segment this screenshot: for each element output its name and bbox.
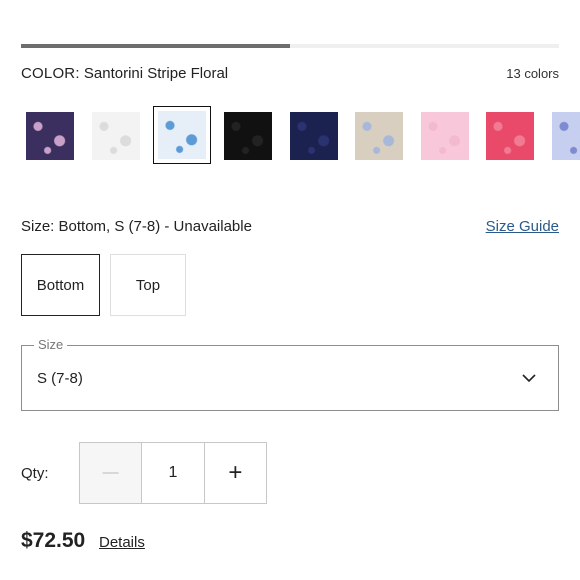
size-select-value: S (7-8) bbox=[37, 370, 83, 387]
size-value-text: Bottom, S (7-8) - Unavailable bbox=[58, 218, 252, 235]
color-swatch-santorini-stripe-floral[interactable] bbox=[153, 106, 211, 164]
color-header: COLOR: Santorini Stripe Floral 13 colors bbox=[21, 65, 559, 82]
size-select-legend: Size bbox=[34, 337, 68, 352]
size-guide-link[interactable]: Size Guide bbox=[486, 218, 559, 235]
size-option-bottom[interactable]: Bottom bbox=[21, 254, 100, 316]
chevron-down-icon bbox=[522, 370, 536, 388]
swatch-fill bbox=[486, 112, 534, 160]
color-key: COLOR: bbox=[21, 65, 80, 82]
quantity-stepper: — 1 + bbox=[79, 442, 267, 504]
color-label: COLOR: Santorini Stripe Floral bbox=[21, 65, 228, 82]
swatch-fill bbox=[224, 112, 272, 160]
color-progress-fill bbox=[21, 44, 290, 48]
color-swatch-white-smocked[interactable] bbox=[92, 112, 140, 160]
qty-decrease-button[interactable]: — bbox=[80, 443, 142, 503]
color-selected-name: Santorini Stripe Floral bbox=[83, 65, 229, 82]
price: $72.50 bbox=[21, 529, 86, 552]
swatch-fill bbox=[92, 112, 140, 160]
qty-value[interactable]: 1 bbox=[141, 443, 203, 503]
color-swatch-blue-print[interactable] bbox=[552, 112, 580, 160]
size-option-top[interactable]: Top bbox=[110, 254, 186, 316]
color-swatch-multicolor-floral[interactable] bbox=[355, 112, 403, 160]
color-swatch-list bbox=[21, 106, 580, 166]
qty-label: Qty: bbox=[21, 465, 49, 482]
swatch-fill bbox=[290, 112, 338, 160]
color-swatch-black[interactable] bbox=[224, 112, 272, 160]
qty-increase-button[interactable]: + bbox=[203, 443, 266, 503]
color-swatch-navy-floral[interactable] bbox=[26, 112, 74, 160]
swatch-fill bbox=[421, 112, 469, 160]
color-swatch-navy[interactable] bbox=[290, 112, 338, 160]
size-header: Size: Bottom, S (7-8) - Unavailable Size… bbox=[21, 218, 559, 235]
color-swatch-coral-pink[interactable] bbox=[486, 112, 534, 160]
swatch-fill bbox=[26, 112, 74, 160]
plus-icon: + bbox=[228, 459, 243, 486]
size-status: Size: Bottom, S (7-8) - Unavailable bbox=[21, 218, 252, 235]
price-details-link[interactable]: Details bbox=[99, 534, 145, 551]
color-progress-track bbox=[21, 44, 559, 48]
color-swatch-light-pink[interactable] bbox=[421, 112, 469, 160]
color-count: 13 colors bbox=[506, 66, 559, 81]
swatch-fill bbox=[355, 112, 403, 160]
size-select[interactable]: Size S (7-8) bbox=[21, 337, 559, 411]
minus-icon: — bbox=[102, 464, 119, 481]
swatch-fill bbox=[158, 111, 206, 159]
swatch-fill bbox=[552, 112, 580, 160]
size-key: Size: bbox=[21, 218, 55, 235]
